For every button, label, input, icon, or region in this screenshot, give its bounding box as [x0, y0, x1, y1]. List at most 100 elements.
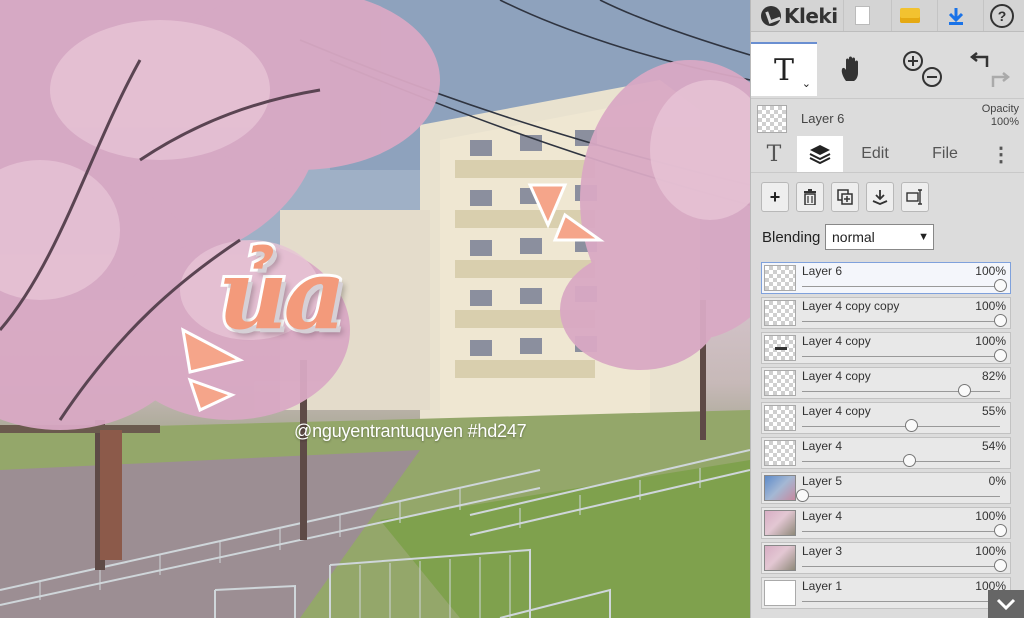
layer-opacity-slider[interactable]: [902, 454, 916, 467]
layer-name: Layer 5: [802, 474, 843, 488]
layer-row[interactable]: Layer 1 100%: [761, 577, 1011, 609]
current-layer-thumbnail: [757, 105, 787, 133]
side-panel: Kleki ? T ⌄ Layer 6 Opacity 100% T Edit …: [750, 0, 1024, 618]
layer-opacity-slider[interactable]: [958, 384, 972, 397]
layer-row[interactable]: Layer 4 100%: [761, 507, 1011, 539]
layer-name: Layer 4 copy: [802, 369, 871, 383]
layer-thumbnail: [764, 370, 796, 396]
layer-opacity: 82%: [981, 369, 1006, 383]
layer-opacity-track[interactable]: [802, 321, 1000, 322]
layer-opacity: 100%: [975, 334, 1006, 348]
layer-opacity-slider[interactable]: [994, 559, 1007, 572]
tab-edit[interactable]: Edit: [847, 136, 903, 172]
top-bar: Kleki ?: [751, 0, 1024, 32]
layer-name: Layer 3: [802, 544, 843, 558]
layer-thumbnail: [764, 510, 796, 536]
layer-opacity: 100%: [975, 299, 1006, 313]
zoom-buttons[interactable]: [889, 42, 955, 96]
hand-icon: [841, 56, 858, 81]
kleki-logo[interactable]: Kleki: [761, 2, 838, 30]
tool-row: T ⌄: [751, 42, 1024, 96]
hand-tool-button[interactable]: [819, 42, 885, 96]
opacity-label: Opacity: [981, 103, 1019, 115]
layer-opacity-slider[interactable]: [994, 349, 1007, 362]
tab-text[interactable]: T: [753, 136, 795, 172]
add-layer-button[interactable]: +: [761, 182, 789, 212]
layer-thumbnail: [764, 580, 796, 606]
trash-icon: [804, 189, 816, 205]
layer-row[interactable]: Layer 4 copy copy 100%: [761, 297, 1011, 329]
rename-layer-button[interactable]: [901, 182, 929, 212]
undo-redo-buttons[interactable]: [957, 42, 1023, 96]
layer-row[interactable]: Layer 4 copy 82%: [761, 367, 1011, 399]
download-button[interactable]: [937, 0, 974, 31]
text-tool-button[interactable]: T ⌄: [751, 42, 817, 96]
layer-opacity-slider[interactable]: [904, 419, 918, 432]
layer-thumbnail: [764, 300, 796, 326]
panel-tabs: T Edit File ⋮: [751, 136, 1024, 173]
layer-opacity: 0%: [988, 474, 1006, 488]
canvas-watermark: @nguyentrantuquyen #hd247: [294, 421, 527, 441]
app-name: Kleki: [784, 4, 838, 28]
layer-opacity-slider[interactable]: [994, 279, 1007, 292]
layer-opacity: 100%: [975, 544, 1006, 558]
layer-thumbnail: [764, 335, 796, 361]
layer-opacity-track[interactable]: [802, 356, 1000, 357]
layer-opacity-slider[interactable]: [994, 314, 1007, 327]
new-image-icon: [854, 6, 870, 25]
current-layer-name: Layer 6: [801, 111, 845, 126]
layer-opacity-track[interactable]: [802, 461, 1000, 462]
layer-thumbnail: [764, 265, 796, 291]
layer-thumbnail: [764, 405, 796, 431]
canvas-title-word: ủa: [215, 235, 349, 354]
layer-opacity: 54%: [981, 439, 1006, 453]
layer-opacity-slider[interactable]: [796, 489, 809, 502]
help-button[interactable]: ?: [983, 0, 1020, 31]
plus-icon: +: [769, 187, 781, 207]
layer-row[interactable]: Layer 4 copy 55%: [761, 402, 1011, 434]
blending-value: normal: [832, 229, 875, 245]
layer-thumbnail: [764, 475, 796, 501]
merge-down-button[interactable]: [866, 182, 894, 212]
layer-opacity-track[interactable]: [802, 566, 1000, 567]
scroll-down-button[interactable]: [988, 590, 1024, 618]
layer-row[interactable]: Layer 6 100%: [761, 262, 1011, 294]
layer-thumbnail: [764, 545, 796, 571]
drawing-canvas[interactable]: ủa @nguyentrantuquyen #hd247: [0, 0, 750, 618]
rename-icon: [906, 189, 922, 205]
layer-name: Layer 4: [802, 509, 843, 523]
layer-name: Layer 4 copy: [802, 334, 871, 348]
new-image-button[interactable]: [843, 0, 880, 31]
layer-row[interactable]: Layer 4 54%: [761, 437, 1011, 469]
tab-more[interactable]: ⋮: [983, 136, 1019, 172]
layer-row[interactable]: Layer 4 copy 100%: [761, 332, 1011, 364]
delete-layer-button[interactable]: [796, 182, 824, 212]
merge-down-icon: [872, 190, 888, 205]
layer-row[interactable]: Layer 5 0%: [761, 472, 1011, 504]
layer-name: Layer 4 copy: [802, 404, 871, 418]
open-file-button[interactable]: [891, 0, 928, 31]
layer-opacity-track[interactable]: [802, 426, 1000, 427]
layer-name: Layer 4: [802, 439, 843, 453]
open-folder-icon: [900, 8, 920, 23]
canvas-artwork: [0, 0, 750, 618]
layer-opacity: 100%: [975, 264, 1006, 278]
layer-opacity-track[interactable]: [802, 286, 1000, 287]
layer-opacity-track[interactable]: [802, 601, 1000, 602]
layer-opacity-track[interactable]: [802, 496, 1000, 497]
layer-opacity-track[interactable]: [802, 531, 1000, 532]
duplicate-layer-button[interactable]: [831, 182, 859, 212]
layer-opacity: 55%: [981, 404, 1006, 418]
opacity-value: 100%: [990, 116, 1019, 128]
layer-row[interactable]: Layer 3 100%: [761, 542, 1011, 574]
tab-file[interactable]: File: [917, 136, 973, 172]
layer-opacity-slider[interactable]: [994, 524, 1007, 537]
zoom-in-out-icon: [903, 51, 942, 87]
layers-icon: [809, 145, 831, 165]
duplicate-icon: [837, 189, 853, 205]
chevron-down-icon: [996, 598, 1016, 611]
tab-layers[interactable]: [797, 136, 843, 172]
chevron-down-icon[interactable]: ⌄: [802, 77, 811, 90]
blending-select[interactable]: normal ▼: [825, 224, 934, 250]
help-icon: ?: [990, 3, 1014, 28]
